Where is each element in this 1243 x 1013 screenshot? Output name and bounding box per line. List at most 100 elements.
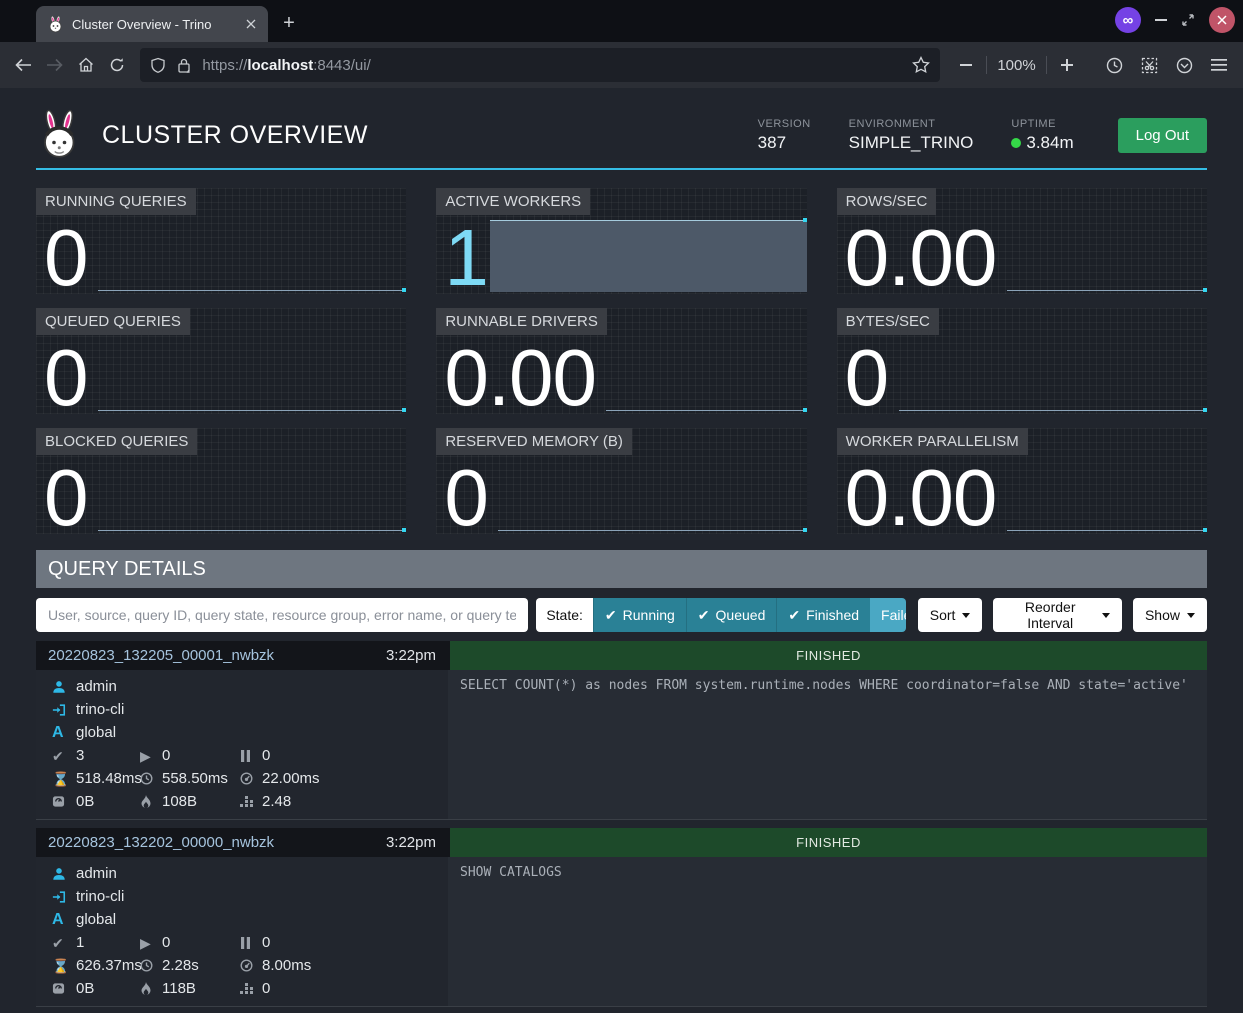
cpu-time: 22.00ms [262, 770, 448, 787]
stat-card-bytes-sec: BYTES/SEC 0 [837, 308, 1207, 414]
queued-splits: 0 [262, 934, 448, 951]
elapsed-clock-icon [140, 959, 162, 972]
trino-logo-icon [36, 109, 84, 161]
stat-label: RESERVED MEMORY (B) [436, 428, 632, 455]
query-time: 3:22pm [386, 647, 436, 664]
stats-grid: RUNNING QUERIES 0 ACTIVE WORKERS 1 ROWS/… [36, 188, 1207, 534]
browser-titlebar: Cluster Overview - Trino + ∞ [0, 0, 1243, 42]
zoom-out-icon[interactable] [950, 49, 982, 81]
connection-lock-icon[interactable] [176, 57, 192, 74]
screenshot-icon[interactable] [1136, 49, 1163, 81]
zoom-in-icon[interactable] [1051, 49, 1083, 81]
sparkline [1007, 530, 1207, 531]
filter-finished-button[interactable]: ✔Finished [776, 598, 870, 632]
browser-window: Cluster Overview - Trino + ∞ [0, 0, 1243, 1013]
stat-label: WORKER PARALLELISM [837, 428, 1028, 455]
minimize-icon[interactable] [1155, 19, 1167, 21]
sparkline [899, 410, 1207, 411]
queued-splits: 0 [262, 747, 448, 764]
history-clock-icon[interactable] [1101, 49, 1128, 81]
forward-icon[interactable] [41, 49, 68, 81]
queued-splits-icon [240, 937, 262, 949]
tracking-shield-icon[interactable] [150, 57, 166, 74]
stat-value: 0.00 [444, 338, 596, 418]
stat-card-reserved-memory: RESERVED MEMORY (B) 0 [436, 428, 806, 534]
completed-splits: 3 [76, 747, 140, 764]
caret-down-icon [1102, 613, 1110, 618]
parallelism: 0 [262, 980, 448, 997]
tab-close-icon[interactable] [242, 15, 260, 33]
bookmark-star-icon[interactable] [912, 56, 930, 74]
query-id-link[interactable]: 20220823_132205_00001_nwbzk [48, 647, 274, 664]
browser-tab[interactable]: Cluster Overview - Trino [36, 6, 268, 42]
completed-splits-icon: ✔ [52, 936, 76, 950]
stat-label: BLOCKED QUERIES [36, 428, 197, 455]
query-search-input[interactable] [36, 598, 528, 632]
wall-time: 518.48ms [76, 770, 140, 787]
new-tab-button[interactable]: + [274, 8, 304, 38]
user-icon [52, 867, 76, 881]
stat-label: QUEUED QUERIES [36, 308, 190, 335]
stat-card-running-queries: RUNNING QUERIES 0 [36, 188, 406, 294]
close-window-icon[interactable] [1209, 7, 1235, 33]
filter-failed-dropdown[interactable]: Failed [870, 598, 906, 632]
queued-splits-icon [240, 750, 262, 762]
filter-queued-button[interactable]: ✔Queued [686, 598, 777, 632]
cumulative-memory: 118B [162, 980, 240, 997]
cumulative-memory-fire-icon [140, 982, 162, 996]
browser-toolbar: https://localhost:8443/ui/ 100% [0, 42, 1243, 88]
reload-icon[interactable] [103, 49, 130, 81]
stat-label: BYTES/SEC [837, 308, 939, 335]
private-browsing-icon: ∞ [1115, 7, 1141, 33]
query-id-link[interactable]: 20220823_132202_00000_nwbzk [48, 834, 274, 851]
pocket-icon[interactable] [1171, 49, 1198, 81]
sparkline [498, 530, 806, 531]
current-memory-scale-icon [52, 982, 76, 995]
restore-window-icon[interactable] [1181, 13, 1195, 27]
stat-value: 0 [845, 338, 889, 418]
running-splits: 0 [162, 934, 240, 951]
stat-value: 0.00 [845, 458, 997, 538]
zoom-level[interactable]: 100% [991, 57, 1041, 74]
back-icon[interactable] [10, 49, 37, 81]
parallelism-chart-icon [240, 796, 262, 808]
cpu-time: 8.00ms [262, 957, 448, 974]
cpu-gauge-icon [240, 772, 262, 785]
running-splits-icon: ▶ [140, 936, 162, 950]
version-info: VERSION 387 [758, 118, 811, 153]
stat-card-worker-parallelism: WORKER PARALLELISM 0.00 [837, 428, 1207, 534]
url-bar[interactable]: https://localhost:8443/ui/ [140, 48, 940, 82]
query-sql-text: SHOW CATALOGS [448, 857, 1207, 1006]
stat-value: 0 [44, 458, 88, 538]
wall-time-hourglass-icon: ⌛ [52, 959, 76, 973]
running-splits: 0 [162, 747, 240, 764]
query-source: trino-cli [76, 888, 448, 905]
stat-card-active-workers: ACTIVE WORKERS 1 [436, 188, 806, 294]
elapsed-clock-icon [140, 772, 162, 785]
sort-dropdown[interactable]: Sort [918, 598, 983, 632]
cpu-gauge-icon [240, 959, 262, 972]
elapsed-time: 2.28s [162, 957, 240, 974]
query-filter-bar: State: ✔Running ✔Queued ✔Finished Failed [36, 598, 1207, 632]
reorder-interval-dropdown[interactable]: Reorder Interval [993, 598, 1122, 632]
query-resource-group: global [76, 724, 448, 741]
menu-hamburger-icon[interactable] [1206, 49, 1233, 81]
query-row: 20220823_132205_00001_nwbzk 3:22pm FINIS… [36, 641, 1207, 820]
uptime-status-dot [1011, 138, 1021, 148]
query-resource-group: global [76, 911, 448, 928]
check-icon: ✔ [788, 607, 800, 624]
check-icon: ✔ [605, 607, 617, 624]
caret-down-icon [1187, 613, 1195, 618]
completed-splits-icon: ✔ [52, 749, 76, 763]
show-dropdown[interactable]: Show [1133, 598, 1207, 632]
stat-label: ROWS/SEC [837, 188, 937, 215]
filter-running-button[interactable]: ✔Running [593, 598, 686, 632]
stat-value: 1 [444, 218, 488, 298]
home-icon[interactable] [72, 49, 99, 81]
source-signin-icon [52, 890, 76, 904]
logout-button[interactable]: Log Out [1118, 118, 1207, 153]
sparkline-area [490, 220, 806, 292]
stat-label: RUNNABLE DRIVERS [436, 308, 607, 335]
query-details-header: QUERY DETAILS [36, 550, 1207, 588]
page-title: CLUSTER OVERVIEW [102, 121, 368, 150]
